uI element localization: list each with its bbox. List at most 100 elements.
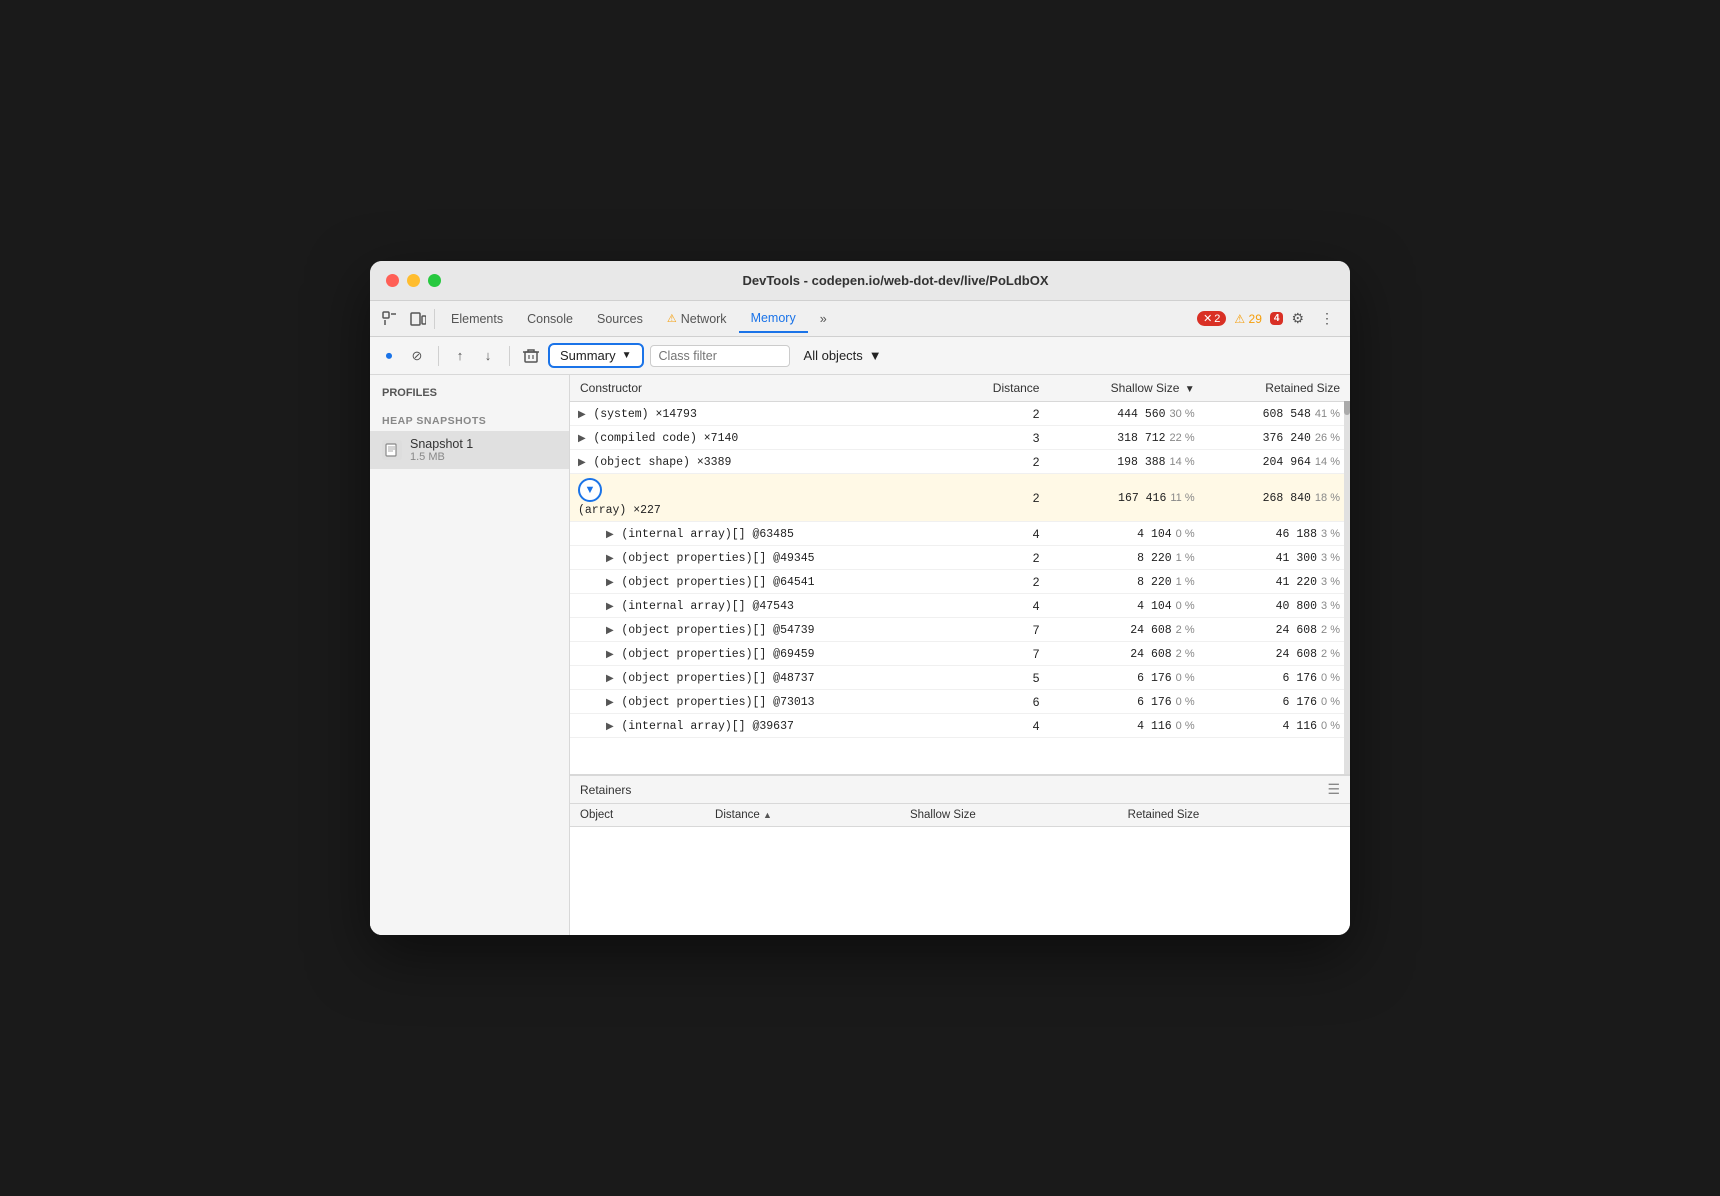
table-row[interactable]: ▶ (object properties)[] @49345 2 8 2201 … <box>570 546 1350 570</box>
tab-network[interactable]: ⚠ Network <box>655 306 739 332</box>
distance-cell: 7 <box>950 618 1050 642</box>
clear-icon[interactable]: ⊘ <box>406 345 428 367</box>
shallow-cell: 6 1760 % <box>1049 666 1204 690</box>
more-options-icon[interactable]: ⋮ <box>1312 306 1342 331</box>
tab-elements[interactable]: Elements <box>439 306 515 332</box>
summary-dropdown[interactable]: Summary ▼ <box>548 343 644 368</box>
minimize-button[interactable] <box>407 274 420 287</box>
tab-more[interactable]: » <box>808 306 839 332</box>
retained-cell: 46 1883 % <box>1205 522 1350 546</box>
devtools-window: DevTools - codepen.io/web-dot-dev/live/P… <box>370 261 1350 935</box>
tab-console[interactable]: Console <box>515 306 585 332</box>
retained-cell: 608 54841 % <box>1205 402 1350 426</box>
tab-sources[interactable]: Sources <box>585 306 655 332</box>
table-row[interactable]: ▶ (system) ×14793 2 444 56030 % 608 5484… <box>570 402 1350 426</box>
settings-icon[interactable]: ⚙ <box>1283 306 1312 331</box>
tab-memory[interactable]: Memory <box>739 305 808 333</box>
sub-separator-1 <box>438 346 439 366</box>
expand-arrow-icon[interactable]: ▶ <box>606 625 618 636</box>
constructor-header[interactable]: Constructor <box>570 375 950 402</box>
ret-distance-header[interactable]: Distance ▲ <box>705 804 900 827</box>
shallow-cell: 4 1160 % <box>1049 714 1204 738</box>
retainers-header: Retainers ☰ <box>570 776 1350 804</box>
retained-cell: 4 1160 % <box>1205 714 1350 738</box>
network-warning-icon: ⚠ <box>667 312 677 325</box>
distance-cell: 4 <box>950 522 1050 546</box>
expand-arrow-icon[interactable]: ▶ <box>606 649 618 660</box>
expand-arrow-icon[interactable]: ▶ <box>606 697 618 708</box>
table-row[interactable]: ▶ (object properties)[] @73013 6 6 1760 … <box>570 690 1350 714</box>
scrollbar[interactable] <box>1344 375 1350 774</box>
table-row[interactable]: ▶ (internal array)[] @63485 4 4 1040 % 4… <box>570 522 1350 546</box>
collect-garbage-icon[interactable] <box>520 345 542 367</box>
sub-toolbar: ⏺ ⊘ ↑ ↓ Summary ▼ All objects ▼ <box>370 337 1350 375</box>
constructor-cell: ▼ (array) ×227 <box>570 474 950 522</box>
retained-cell: 6 1760 % <box>1205 666 1350 690</box>
heap-table-container[interactable]: Constructor Distance Shallow Size ▼ Reta… <box>570 375 1350 775</box>
shallow-cell: 4 1040 % <box>1049 594 1204 618</box>
object-header[interactable]: Object <box>570 804 705 827</box>
retained-cell: 6 1760 % <box>1205 690 1350 714</box>
ret-retained-header[interactable]: Retained Size <box>1118 804 1350 827</box>
table-row[interactable]: ▶ (object shape) ×3389 2 198 38814 % 204… <box>570 450 1350 474</box>
expand-arrow-icon[interactable]: ▶ <box>606 673 618 684</box>
snapshot-file-icon <box>382 440 402 460</box>
snapshot-size: 1.5 MB <box>410 451 473 463</box>
expand-arrow-icon[interactable]: ▶ <box>606 721 618 732</box>
table-row[interactable]: ▶ (object properties)[] @48737 5 6 1760 … <box>570 666 1350 690</box>
class-filter-input[interactable] <box>650 345 790 367</box>
traffic-lights <box>386 274 441 287</box>
retainers-table: Object Distance ▲ Shallow Size Retained … <box>570 804 1350 827</box>
expand-arrow-icon[interactable]: ▶ <box>578 409 590 420</box>
shallow-cell: 24 6082 % <box>1049 618 1204 642</box>
retained-size-header[interactable]: Retained Size <box>1205 375 1350 402</box>
distance-cell: 2 <box>950 474 1050 522</box>
table-row[interactable]: ▼ (array) ×227 2 167 41611 % 268 84018 % <box>570 474 1350 522</box>
table-row[interactable]: ▶ (object properties)[] @54739 7 24 6082… <box>570 618 1350 642</box>
table-row[interactable]: ▶ (object properties)[] @69459 7 24 6082… <box>570 642 1350 666</box>
inspect-element-icon[interactable] <box>378 307 402 331</box>
shallow-cell: 167 41611 % <box>1049 474 1204 522</box>
expand-arrow-icon[interactable]: ▶ <box>578 457 590 468</box>
download-icon[interactable]: ↓ <box>477 345 499 367</box>
window-title: DevTools - codepen.io/web-dot-dev/live/P… <box>457 273 1334 288</box>
expand-arrow-icon[interactable]: ▶ <box>578 433 590 444</box>
retainers-panel: Retainers ☰ Object Distance ▲ <box>570 775 1350 935</box>
error-badge[interactable]: ✕ 2 <box>1197 311 1226 326</box>
snapshot-item[interactable]: Snapshot 1 1.5 MB <box>370 431 569 469</box>
shallow-size-header[interactable]: Shallow Size ▼ <box>1049 375 1204 402</box>
record-icon[interactable]: ⏺ <box>378 345 400 367</box>
expand-arrow-icon[interactable]: ▶ <box>606 577 618 588</box>
profiles-title: Profiles <box>370 387 569 407</box>
expand-circle-button[interactable]: ▼ <box>578 478 602 502</box>
table-row[interactable]: ▶ (internal array)[] @39637 4 4 1160 % 4… <box>570 714 1350 738</box>
maximize-button[interactable] <box>428 274 441 287</box>
distance-header[interactable]: Distance <box>950 375 1050 402</box>
expand-arrow-icon[interactable]: ▶ <box>606 601 618 612</box>
device-toolbar-icon[interactable] <box>406 307 430 331</box>
expand-arrow-icon[interactable]: ▶ <box>606 553 618 564</box>
distance-cell: 2 <box>950 402 1050 426</box>
constructor-cell: ▶ (internal array)[] @47543 <box>570 594 950 618</box>
snapshot-name: Snapshot 1 <box>410 437 473 451</box>
heap-table: Constructor Distance Shallow Size ▼ Reta… <box>570 375 1350 738</box>
retainers-menu-icon[interactable]: ☰ <box>1327 781 1340 798</box>
close-button[interactable] <box>386 274 399 287</box>
shallow-cell: 8 2201 % <box>1049 570 1204 594</box>
ret-shallow-header[interactable]: Shallow Size <box>900 804 1118 827</box>
table-row[interactable]: ▶ (object properties)[] @64541 2 8 2201 … <box>570 570 1350 594</box>
constructor-cell: ▶ (object properties)[] @69459 <box>570 642 950 666</box>
upload-icon[interactable]: ↑ <box>449 345 471 367</box>
constructor-cell: ▶ (compiled code) ×7140 <box>570 426 950 450</box>
table-row[interactable]: ▶ (internal array)[] @47543 4 4 1040 % 4… <box>570 594 1350 618</box>
badge-area: ✕ 2 ⚠ 29 4 <box>1197 311 1283 326</box>
shallow-cell: 8 2201 % <box>1049 546 1204 570</box>
retainers-header-row: Object Distance ▲ Shallow Size Retained … <box>570 804 1350 827</box>
data-panel: Constructor Distance Shallow Size ▼ Reta… <box>570 375 1350 935</box>
table-row[interactable]: ▶ (compiled code) ×7140 3 318 71222 % 37… <box>570 426 1350 450</box>
js-error-badge: 4 <box>1270 312 1284 325</box>
all-objects-dropdown[interactable]: All objects ▼ <box>804 348 882 363</box>
constructor-cell: ▶ (object properties)[] @49345 <box>570 546 950 570</box>
table-body: ▶ (system) ×14793 2 444 56030 % 608 5484… <box>570 402 1350 738</box>
expand-arrow-icon[interactable]: ▶ <box>606 529 618 540</box>
